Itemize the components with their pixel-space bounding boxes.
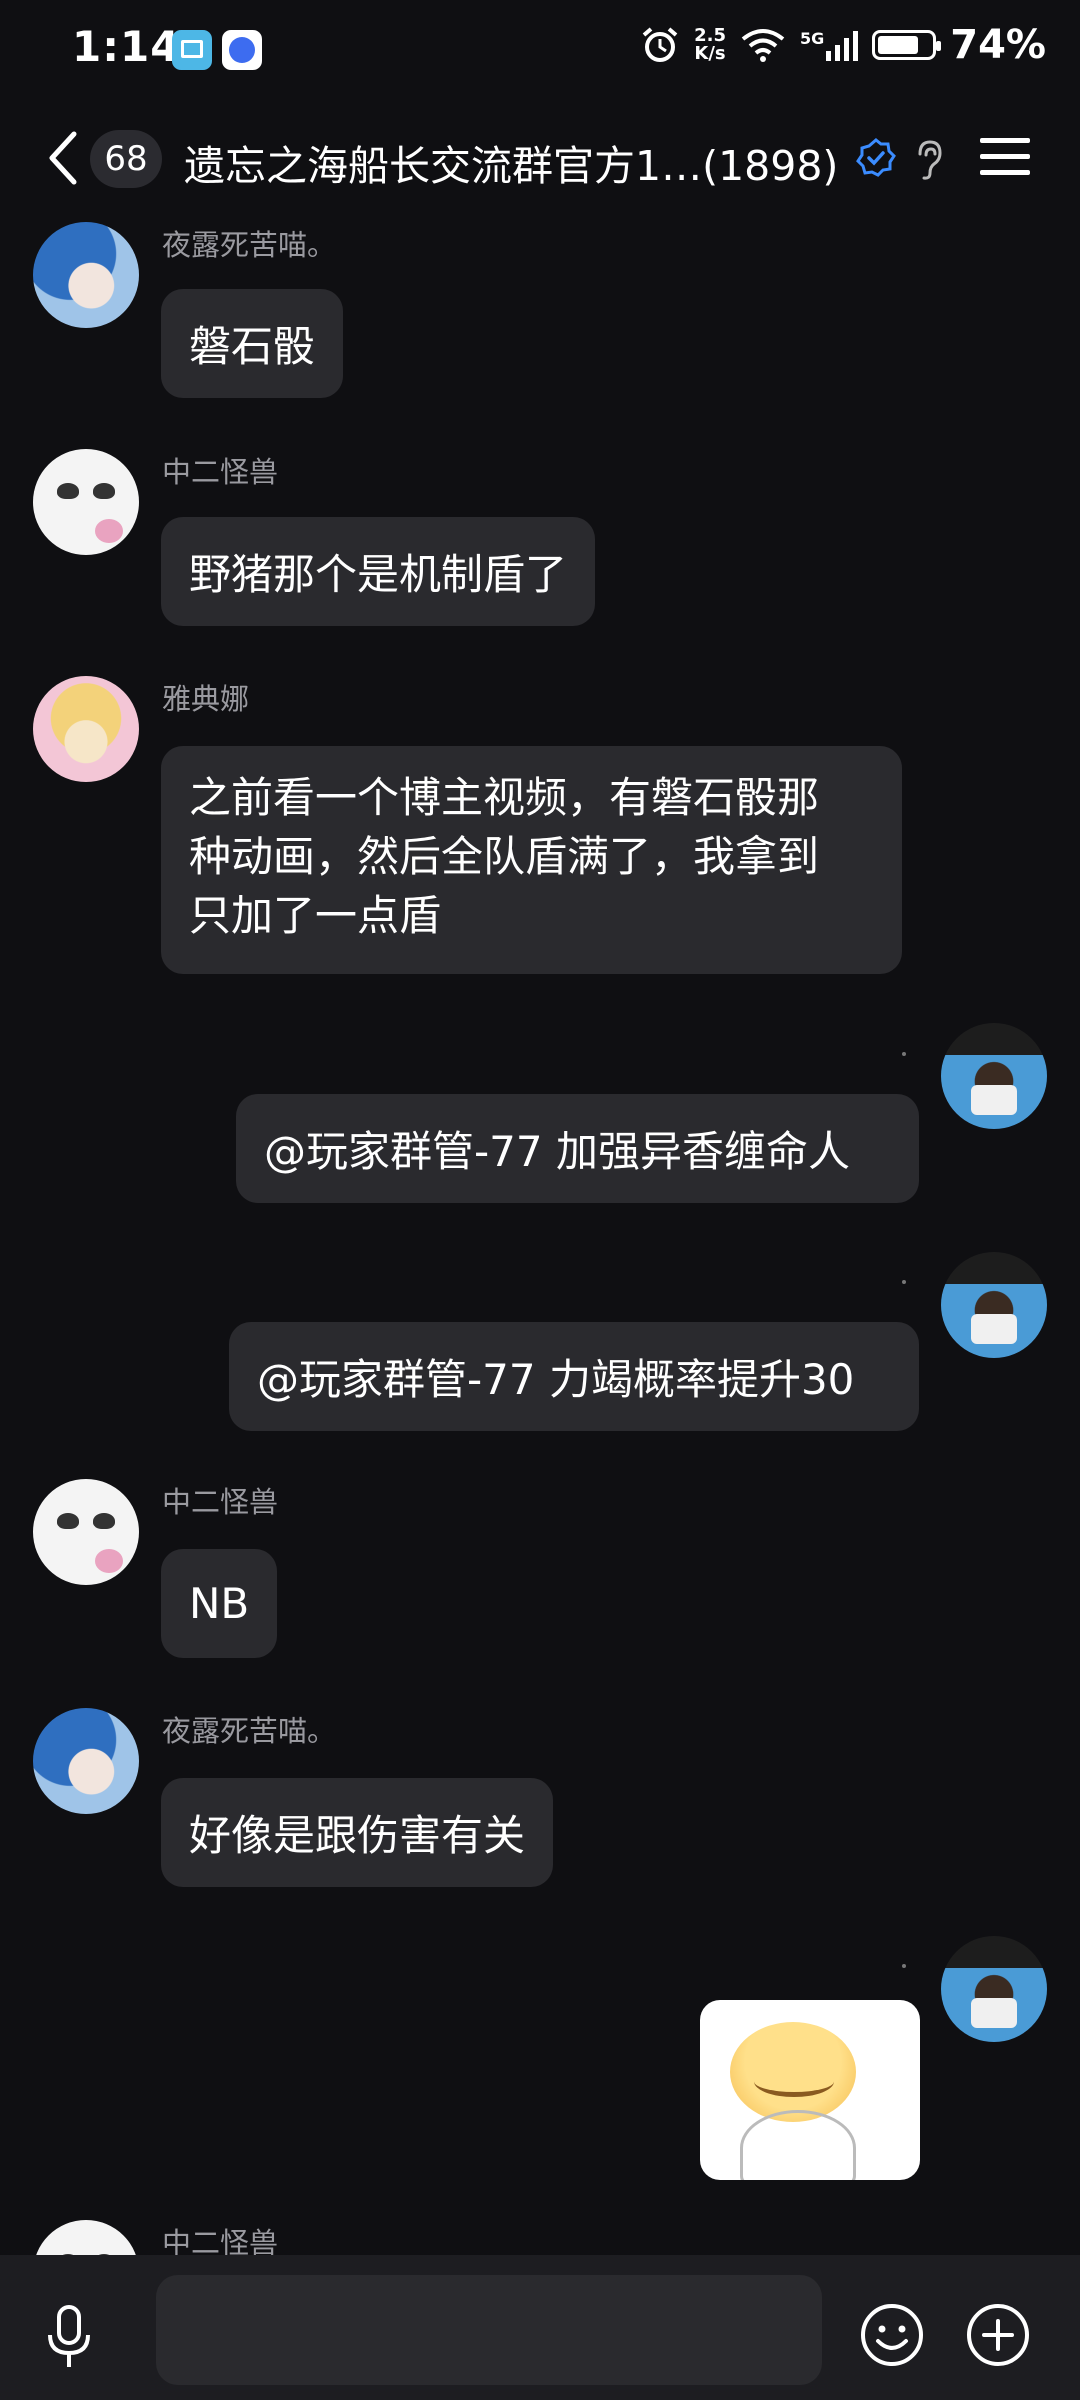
sender-name: 夜露死苦喵。 <box>162 1714 337 1748</box>
browser-app-icon <box>222 30 262 70</box>
sender-name: 雅典娜 <box>162 682 250 716</box>
sticker-body <box>740 2110 856 2180</box>
plus-icon[interactable] <box>964 2301 1032 2369</box>
sending-indicator <box>902 1052 906 1056</box>
avatar[interactable] <box>33 222 139 328</box>
message-bubble[interactable]: NB <box>161 1549 278 1658</box>
my-message-bubble[interactable]: @玩家群管-77 力竭概率提升30 <box>229 1322 919 1431</box>
sender-name: 夜露死苦喵。 <box>162 228 337 262</box>
message-bubble[interactable]: 好像是跟伤害有关 <box>161 1778 554 1887</box>
avatar[interactable] <box>33 676 139 782</box>
reading-app-icon <box>172 30 212 70</box>
avatar[interactable] <box>33 1479 139 1585</box>
status-time: 1:14 <box>72 22 181 71</box>
my-avatar[interactable] <box>941 1023 1047 1129</box>
alarm-icon <box>642 27 678 62</box>
battery-percent: 74% <box>950 22 1046 68</box>
smiling-face-sticker[interactable] <box>700 2000 920 2180</box>
status-indicators: 2.5 K/s 5G 74% <box>640 22 1046 68</box>
sending-indicator <box>902 1280 906 1284</box>
my-avatar[interactable] <box>941 1252 1047 1358</box>
menu-icon[interactable] <box>978 134 1032 180</box>
back-arrow-icon[interactable] <box>40 128 84 188</box>
ear-mode-icon[interactable] <box>912 138 946 182</box>
signal-bars-icon <box>826 31 859 61</box>
message-input[interactable] <box>156 2275 822 2385</box>
unread-count-badge[interactable]: 68 <box>90 130 162 188</box>
microphone-icon[interactable] <box>44 2305 94 2371</box>
net-speed-unit: K/s <box>694 43 726 64</box>
emoji-icon[interactable] <box>858 2301 926 2369</box>
verified-badge-icon <box>856 138 896 177</box>
net-speed: 2.5 K/s <box>694 27 726 63</box>
network-type: 5G <box>799 29 825 48</box>
chat-header: 68 遗忘之海船长交流群官方1…(1898) <box>0 100 1080 220</box>
message-line: 种动画，然后全队盾满了，我拿到 <box>189 832 820 881</box>
message-bubble[interactable]: 磐石骰 <box>161 289 344 398</box>
message-line: 之前看一个博主视频，有磐石骰那 <box>189 773 820 822</box>
sticker-face <box>730 2022 856 2122</box>
sender-name: 中二怪兽 <box>162 1485 279 1519</box>
avatar[interactable] <box>33 449 139 555</box>
input-bar <box>0 2255 1080 2400</box>
avatar[interactable] <box>33 1708 139 1814</box>
my-message-bubble[interactable]: @玩家群管-77 加强异香缠命人 <box>236 1094 919 1203</box>
cellular-signal: 5G <box>799 29 859 61</box>
status-bar: 1:14 2.5 K/s 5G 74% <box>0 0 1080 100</box>
my-avatar[interactable] <box>941 1936 1047 2042</box>
sending-indicator <box>902 1964 906 1968</box>
message-bubble[interactable]: 之前看一个博主视频，有磐石骰那 种动画，然后全队盾满了，我拿到 只加了一点盾 <box>161 746 902 974</box>
battery-icon <box>872 30 942 60</box>
wifi-icon <box>741 29 785 62</box>
group-title[interactable]: 遗忘之海船长交流群官方1…(1898) <box>184 132 854 192</box>
message-line: 只加了一点盾 <box>189 891 442 940</box>
sender-name: 中二怪兽 <box>162 455 279 489</box>
message-bubble[interactable]: 野猪那个是机制盾了 <box>161 517 596 626</box>
